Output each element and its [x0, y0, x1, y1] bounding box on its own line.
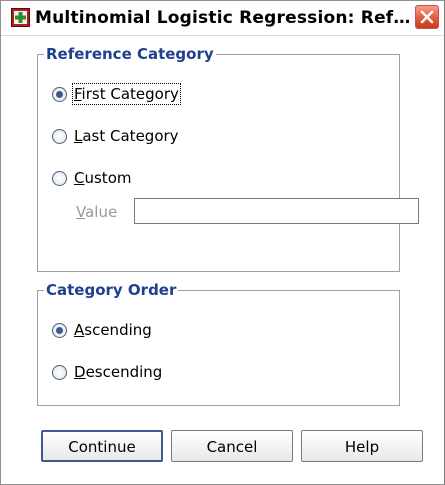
mnemonic: A [74, 321, 85, 339]
mnemonic: V [76, 203, 86, 221]
radio-custom-label: Custom [74, 169, 131, 187]
radio-indicator[interactable] [52, 86, 67, 102]
close-icon [420, 10, 434, 24]
mnemonic: D [74, 363, 86, 381]
radio-label-rest: scending [84, 321, 152, 339]
radio-label-rest: ustom [84, 169, 132, 187]
cancel-button[interactable]: Cancel [171, 430, 293, 462]
radio-descending[interactable]: Descending [52, 361, 162, 383]
radio-ascending[interactable]: Ascending [52, 319, 152, 341]
radio-label-rest: ast Category [82, 127, 179, 145]
dialog-window: Multinomial Logistic Regression: Ref… Re… [0, 0, 445, 485]
continue-button[interactable]: Continue [41, 430, 163, 462]
close-button[interactable] [415, 5, 439, 29]
reference-category-legend: Reference Category [44, 45, 216, 63]
radio-first-category-label: First Category [72, 83, 181, 105]
radio-last-category-label: Last Category [74, 127, 179, 145]
mnemonic: F [74, 85, 82, 103]
radio-first-category[interactable]: First Category [52, 83, 181, 105]
radio-indicator[interactable] [52, 322, 67, 338]
value-label: Value [76, 203, 117, 221]
reference-category-group: Reference Category First Category Last C… [37, 45, 419, 272]
category-order-group: Category Order Ascending Descending [37, 281, 400, 406]
radio-indicator[interactable] [52, 170, 67, 186]
mnemonic: C [74, 169, 85, 187]
window-title: Multinomial Logistic Regression: Ref… [35, 8, 411, 28]
dialog-content: Reference Category First Category Last C… [1, 36, 444, 484]
help-button[interactable]: Help [301, 430, 423, 462]
radio-last-category[interactable]: Last Category [52, 125, 179, 147]
radio-indicator[interactable] [52, 128, 67, 144]
radio-descending-label: Descending [74, 363, 162, 381]
category-order-legend: Category Order [44, 281, 179, 299]
radio-indicator[interactable] [52, 364, 67, 380]
radio-label-rest: escending [85, 363, 163, 381]
radio-custom[interactable]: Custom [52, 167, 131, 189]
radio-label-rest: irst Category [81, 85, 179, 103]
app-icon [11, 8, 30, 27]
value-input[interactable] [134, 198, 419, 224]
radio-ascending-label: Ascending [74, 321, 152, 339]
value-label-rest: alue [85, 203, 118, 221]
title-bar[interactable]: Multinomial Logistic Regression: Ref… [1, 1, 444, 36]
